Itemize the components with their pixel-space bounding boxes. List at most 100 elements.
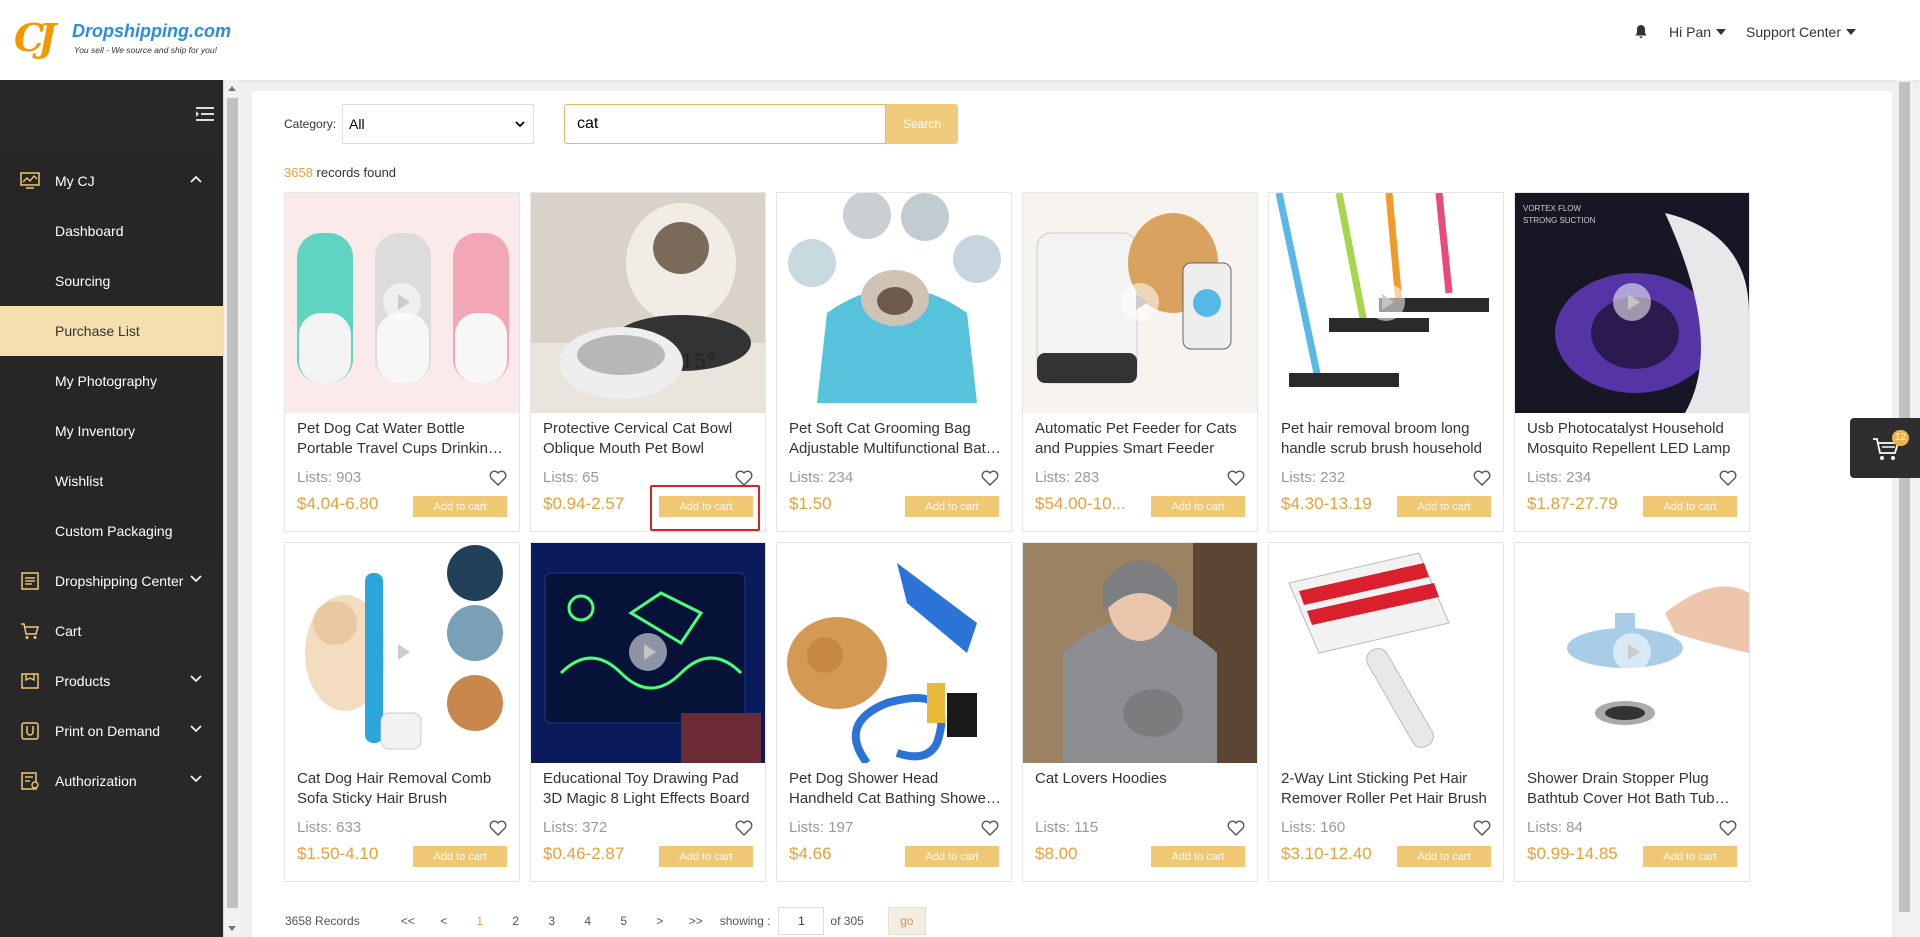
cj-logo[interactable]: CJ Dropshipping.com You sell - We source… bbox=[14, 18, 231, 62]
user-menu[interactable]: Hi Pan bbox=[1669, 24, 1727, 40]
product-image[interactable]: VORTEX FLOW STRONG SUCTION bbox=[1515, 193, 1749, 413]
heart-icon[interactable] bbox=[1227, 820, 1245, 836]
page-5-button[interactable]: 5 bbox=[606, 914, 642, 928]
product-title[interactable]: Shower Drain Stopper Plug Bathtub Cover … bbox=[1527, 769, 1739, 809]
product-image[interactable] bbox=[285, 193, 519, 413]
add-to-cart-button[interactable]: Add to cart bbox=[659, 846, 753, 867]
heart-icon[interactable] bbox=[1473, 470, 1491, 486]
product-card[interactable]: Educational Toy Drawing Pad 3D Magic 8 L… bbox=[530, 542, 766, 882]
first-page-button[interactable]: << bbox=[390, 914, 426, 928]
product-card[interactable]: Automatic Pet Feeder for Cats and Puppie… bbox=[1022, 192, 1258, 532]
play-video-icon[interactable] bbox=[383, 283, 421, 321]
product-image[interactable] bbox=[777, 543, 1011, 763]
play-video-icon[interactable] bbox=[1613, 633, 1651, 671]
sidebar-item-my-photography[interactable]: My Photography bbox=[0, 356, 223, 406]
scroll-down-arrow[interactable] bbox=[228, 926, 236, 931]
play-video-icon[interactable] bbox=[383, 633, 421, 671]
page-2-button[interactable]: 2 bbox=[498, 914, 534, 928]
product-image[interactable]: 15° bbox=[531, 193, 765, 413]
sidebar-item-products[interactable]: Products bbox=[0, 656, 223, 706]
product-title[interactable]: Usb Photocatalyst Household Mosquito Rep… bbox=[1527, 419, 1739, 459]
prev-page-button[interactable]: < bbox=[426, 914, 462, 928]
heart-icon[interactable] bbox=[981, 470, 999, 486]
page-scrollbar[interactable] bbox=[1896, 80, 1913, 937]
play-video-icon[interactable] bbox=[1121, 283, 1159, 321]
product-title[interactable]: Pet Soft Cat Grooming Bag Adjustable Mul… bbox=[789, 419, 1001, 459]
product-image[interactable] bbox=[285, 543, 519, 763]
product-card[interactable]: VORTEX FLOW STRONG SUCTION Usb Photocataly… bbox=[1514, 192, 1750, 532]
add-to-cart-button[interactable]: Add to cart bbox=[905, 496, 999, 517]
last-page-button[interactable]: >> bbox=[678, 914, 714, 928]
add-to-cart-button[interactable]: Add to cart bbox=[1397, 496, 1491, 517]
add-to-cart-button[interactable]: Add to cart bbox=[1397, 846, 1491, 867]
add-to-cart-button[interactable]: Add to cart bbox=[905, 846, 999, 867]
add-to-cart-button[interactable]: Add to cart bbox=[413, 846, 507, 867]
sidebar-item-wishlist[interactable]: Wishlist bbox=[0, 456, 223, 506]
product-card[interactable]: Cat Lovers Hoodies Lists: 115 $8.00 Add to … bbox=[1022, 542, 1258, 882]
product-image[interactable] bbox=[777, 193, 1011, 413]
heart-icon[interactable] bbox=[489, 820, 507, 836]
product-card[interactable]: 2-Way Lint Sticking Pet Hair Remover Rol… bbox=[1268, 542, 1504, 882]
scroll-up-arrow[interactable] bbox=[228, 86, 236, 91]
add-to-cart-button[interactable]: Add to cart bbox=[1151, 496, 1245, 517]
scroll-thumb[interactable] bbox=[227, 98, 238, 908]
product-image[interactable] bbox=[1269, 193, 1503, 413]
heart-icon[interactable] bbox=[1473, 820, 1491, 836]
sidebar-item-my-cj[interactable]: My CJ bbox=[0, 156, 223, 206]
product-title[interactable]: Automatic Pet Feeder for Cats and Puppie… bbox=[1035, 419, 1247, 459]
sidebar-item-dropshipping-center[interactable]: Dropshipping Center bbox=[0, 556, 223, 606]
sidebar-item-print-on-demand[interactable]: Print on Demand bbox=[0, 706, 223, 756]
product-title[interactable]: Protective Cervical Cat Bowl Oblique Mou… bbox=[543, 419, 755, 459]
sidebar-item-purchase-list[interactable]: Purchase List bbox=[0, 306, 223, 356]
product-image[interactable] bbox=[1269, 543, 1503, 763]
product-card[interactable]: Shower Drain Stopper Plug Bathtub Cover … bbox=[1514, 542, 1750, 882]
heart-icon[interactable] bbox=[1719, 820, 1737, 836]
sidebar-item-authorization[interactable]: Authorization bbox=[0, 756, 223, 806]
page-3-button[interactable]: 3 bbox=[534, 914, 570, 928]
product-image[interactable] bbox=[1515, 543, 1749, 763]
page-4-button[interactable]: 4 bbox=[570, 914, 606, 928]
heart-icon[interactable] bbox=[1227, 470, 1245, 486]
sidebar-item-dashboard[interactable]: Dashboard bbox=[0, 206, 223, 256]
add-to-cart-button[interactable]: Add to cart bbox=[413, 496, 507, 517]
play-video-icon[interactable] bbox=[629, 633, 667, 671]
product-title[interactable]: Cat Lovers Hoodies bbox=[1035, 769, 1247, 809]
play-video-icon[interactable] bbox=[1613, 283, 1651, 321]
sidebar-item-my-inventory[interactable]: My Inventory bbox=[0, 406, 223, 456]
product-card[interactable]: Pet Dog Cat Water Bottle Portable Travel… bbox=[284, 192, 520, 532]
sidebar-item-cart[interactable]: Cart bbox=[0, 606, 223, 656]
add-to-cart-button[interactable]: Add to cart bbox=[1151, 846, 1245, 867]
next-page-button[interactable]: > bbox=[642, 914, 678, 928]
heart-icon[interactable] bbox=[735, 820, 753, 836]
heart-icon[interactable] bbox=[1719, 470, 1737, 486]
page-number-input[interactable]: 1 bbox=[778, 907, 825, 935]
product-card[interactable]: Pet hair removal broom long handle scrub… bbox=[1268, 192, 1504, 532]
search-button[interactable]: Search bbox=[886, 104, 959, 144]
product-title[interactable]: Educational Toy Drawing Pad 3D Magic 8 L… bbox=[543, 769, 755, 809]
product-image[interactable] bbox=[1023, 543, 1257, 763]
product-card[interactable]: 15° Protective Cervical Cat Bowl Oblique … bbox=[530, 192, 766, 532]
notification-bell[interactable] bbox=[1633, 24, 1649, 40]
floating-cart-button[interactable]: 12 bbox=[1850, 418, 1920, 478]
sidebar-item-sourcing[interactable]: Sourcing bbox=[0, 256, 223, 306]
product-title[interactable]: Pet hair removal broom long handle scrub… bbox=[1281, 419, 1493, 459]
product-image[interactable] bbox=[1023, 193, 1257, 413]
play-video-icon[interactable] bbox=[1367, 283, 1405, 321]
product-card[interactable]: Cat Dog Hair Removal Comb Sofa Sticky Ha… bbox=[284, 542, 520, 882]
add-to-cart-button[interactable]: Add to cart bbox=[1643, 846, 1737, 867]
support-center-menu[interactable]: Support Center bbox=[1746, 24, 1856, 40]
heart-icon[interactable] bbox=[735, 470, 753, 486]
page-scroll-thumb[interactable] bbox=[1899, 82, 1910, 912]
product-card[interactable]: Pet Soft Cat Grooming Bag Adjustable Mul… bbox=[776, 192, 1012, 532]
sidebar-scrollbar[interactable] bbox=[223, 80, 240, 937]
product-title[interactable]: Cat Dog Hair Removal Comb Sofa Sticky Ha… bbox=[297, 769, 509, 809]
menu-collapse-icon[interactable] bbox=[196, 106, 214, 122]
product-title[interactable]: Pet Dog Cat Water Bottle Portable Travel… bbox=[297, 419, 509, 459]
sidebar-item-custom-packaging[interactable]: Custom Packaging bbox=[0, 506, 223, 556]
product-image[interactable] bbox=[531, 543, 765, 763]
heart-icon[interactable] bbox=[981, 820, 999, 836]
search-input[interactable]: cat bbox=[564, 104, 887, 144]
product-title[interactable]: 2-Way Lint Sticking Pet Hair Remover Rol… bbox=[1281, 769, 1493, 809]
add-to-cart-button[interactable]: Add to cart bbox=[1643, 496, 1737, 517]
product-title[interactable]: Pet Dog Shower Head Handheld Cat Bathing… bbox=[789, 769, 1001, 809]
